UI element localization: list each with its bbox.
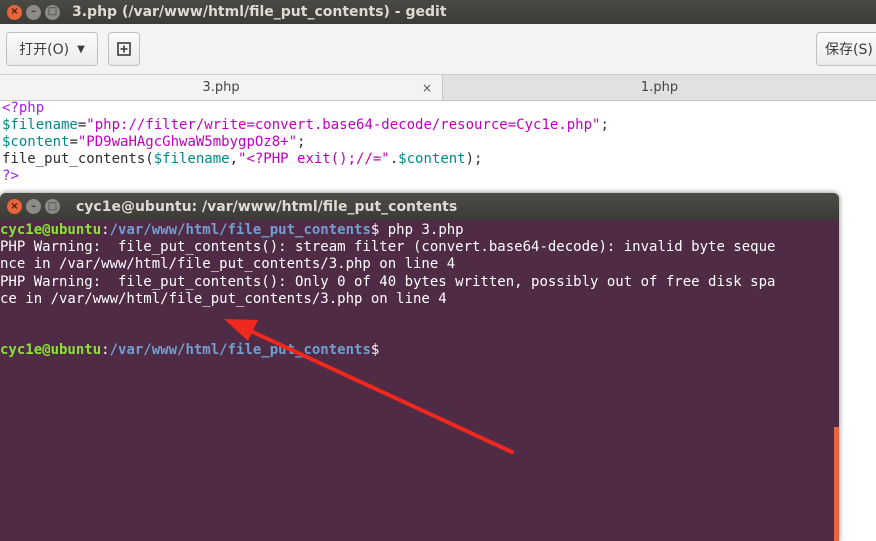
close-window-icon[interactable]: ×	[7, 199, 22, 214]
code-editor[interactable]: <?php $filename="php://filter/write=conve…	[2, 100, 876, 185]
minimize-window-icon[interactable]: –	[26, 199, 41, 214]
maximize-window-icon[interactable]: □	[45, 4, 60, 20]
document-tabs: 3.php × 1.php	[0, 75, 876, 101]
code-token: "<?PHP exit();//="	[238, 151, 390, 167]
save-button[interactable]: 保存(S)	[816, 32, 876, 66]
chevron-down-icon: ▼	[77, 43, 85, 55]
terminal-title: cyc1e@ubuntu: /var/www/html/file_put_con…	[76, 198, 458, 215]
code-token: $filename	[2, 117, 78, 133]
code-token: $content	[2, 134, 70, 150]
code-token: $filename	[153, 151, 230, 167]
code-line-2: $filename="php://filter/write=convert.ba…	[2, 117, 876, 134]
window-title: 3.php (/var/www/html/file_put_contents) …	[72, 4, 447, 20]
tab-label: 1.php	[640, 80, 679, 95]
code-token: ,	[229, 151, 239, 167]
command-line: cyc1e@ubuntu:/var/www/html/file_put_cont…	[0, 222, 839, 239]
new-document-icon	[117, 42, 131, 56]
code-line-3: $content="PD9waHAgcGhwaW5mbygpOz8+";	[2, 134, 876, 151]
tab-1-php[interactable]: 1.php	[443, 75, 876, 100]
code-token: "php://filter/write=convert.base64-decod…	[86, 117, 601, 133]
code-token: ;	[297, 134, 306, 150]
code-line-5: ?>	[2, 168, 876, 185]
code-line-1: <?php	[2, 100, 876, 117]
open-button[interactable]: 打开(O) ▼	[6, 32, 98, 66]
prompt-path: /var/www/html/file_put_contents	[109, 342, 371, 359]
terminal-titlebar: × – □ cyc1e@ubuntu: /var/www/html/file_p…	[0, 193, 839, 220]
tab-3-php[interactable]: 3.php ×	[0, 75, 443, 100]
output-line: nce in /var/www/html/file_put_contents/3…	[0, 256, 456, 273]
code-token: =	[69, 134, 78, 150]
code-token: ;	[600, 117, 609, 133]
save-button-label: 保存(S)	[825, 42, 873, 58]
code-token: $content	[398, 151, 466, 167]
code-token: .	[389, 151, 399, 167]
prompt-user: cyc1e@ubuntu	[0, 222, 102, 238]
close-tab-icon[interactable]: ×	[422, 81, 432, 95]
command-text: php 3.php	[379, 222, 464, 238]
tab-label: 3.php	[202, 80, 240, 95]
prompt-symbol: $	[370, 342, 380, 359]
terminal-output[interactable]: cyc1e@ubuntu:/var/www/html/file_put_cont…	[0, 220, 839, 541]
terminal-window: × – □ cyc1e@ubuntu: /var/www/html/file_p…	[0, 193, 839, 541]
open-button-label: 打开(O)	[19, 42, 70, 58]
minimize-window-icon[interactable]: –	[26, 4, 41, 20]
terminal-scrollbar[interactable]	[834, 427, 839, 541]
code-token: file_put_contents(	[2, 151, 154, 167]
output-line: ce in /var/www/html/file_put_contents/3.…	[0, 290, 447, 307]
code-line-4: file_put_contents($filename,"<?PHP exit(…	[2, 151, 876, 168]
output-line: PHP Warning: file_put_contents(): Only 0…	[0, 273, 776, 290]
prompt-line: cyc1e@ubuntu:/var/www/html/file_put_cont…	[0, 342, 839, 359]
close-window-icon[interactable]: ×	[7, 4, 22, 20]
php-open-tag: <?php	[2, 100, 45, 116]
prompt-separator: :	[101, 342, 110, 359]
code-token: "PD9waHAgcGhwaW5mbygpOz8+"	[77, 134, 298, 150]
prompt-separator: :	[101, 222, 110, 238]
maximize-window-icon[interactable]: □	[45, 199, 60, 214]
prompt-path: /var/www/html/file_put_contents	[109, 222, 371, 238]
gedit-toolbar: 打开(O) ▼ 保存(S)	[0, 24, 876, 75]
code-token: );	[465, 151, 483, 167]
gedit-titlebar: × – □ 3.php (/var/www/html/file_put_cont…	[0, 0, 876, 24]
output-line: PHP Warning: file_put_contents(): stream…	[0, 239, 776, 256]
prompt-user: cyc1e@ubuntu	[0, 342, 102, 359]
php-close-tag: ?>	[2, 168, 19, 184]
new-document-button[interactable]	[108, 32, 140, 66]
